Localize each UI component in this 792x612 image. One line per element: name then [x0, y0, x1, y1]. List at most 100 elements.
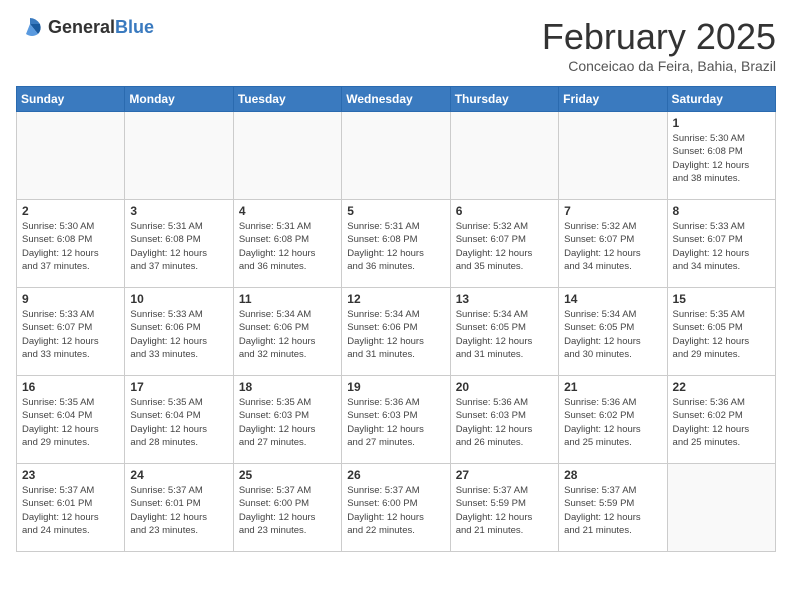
calendar-cell: 17 Sunrise: 5:35 AM Sunset: 6:04 PM Dayli…: [125, 376, 233, 464]
calendar-cell: [233, 112, 341, 200]
day-info: Sunrise: 5:32 AM Sunset: 6:07 PM Dayligh…: [456, 220, 553, 273]
calendar-body: 1 Sunrise: 5:30 AM Sunset: 6:08 PM Daylig…: [17, 112, 776, 552]
day-info: Sunrise: 5:34 AM Sunset: 6:06 PM Dayligh…: [239, 308, 336, 361]
day-info: Sunrise: 5:37 AM Sunset: 6:01 PM Dayligh…: [22, 484, 119, 537]
calendar-cell: 1 Sunrise: 5:30 AM Sunset: 6:08 PM Daylig…: [667, 112, 775, 200]
day-number: 15: [673, 292, 770, 306]
day-number: 25: [239, 468, 336, 482]
day-number: 12: [347, 292, 444, 306]
day-info: Sunrise: 5:36 AM Sunset: 6:03 PM Dayligh…: [456, 396, 553, 449]
day-info: Sunrise: 5:34 AM Sunset: 6:05 PM Dayligh…: [456, 308, 553, 361]
month-title: February 2025: [542, 16, 776, 58]
calendar-cell: [667, 464, 775, 552]
week-row-1: 1 Sunrise: 5:30 AM Sunset: 6:08 PM Daylig…: [17, 112, 776, 200]
day-number: 11: [239, 292, 336, 306]
week-row-4: 16 Sunrise: 5:35 AM Sunset: 6:04 PM Dayli…: [17, 376, 776, 464]
day-info: Sunrise: 5:36 AM Sunset: 6:02 PM Dayligh…: [673, 396, 770, 449]
day-info: Sunrise: 5:37 AM Sunset: 6:00 PM Dayligh…: [347, 484, 444, 537]
day-number: 20: [456, 380, 553, 394]
day-number: 18: [239, 380, 336, 394]
calendar-cell: 4 Sunrise: 5:31 AM Sunset: 6:08 PM Daylig…: [233, 200, 341, 288]
calendar-cell: 14 Sunrise: 5:34 AM Sunset: 6:05 PM Dayli…: [559, 288, 667, 376]
day-header-friday: Friday: [559, 87, 667, 112]
day-info: Sunrise: 5:31 AM Sunset: 6:08 PM Dayligh…: [347, 220, 444, 273]
location: Conceicao da Feira, Bahia, Brazil: [542, 58, 776, 74]
calendar-cell: 15 Sunrise: 5:35 AM Sunset: 6:05 PM Dayli…: [667, 288, 775, 376]
calendar-cell: 9Sunrise: 5:33 AM Sunset: 6:07 PM Daylig…: [17, 288, 125, 376]
day-info: Sunrise: 5:35 AM Sunset: 6:04 PM Dayligh…: [22, 396, 119, 449]
page-header: GeneralBlue February 2025 Conceicao da F…: [16, 16, 776, 74]
day-info: Sunrise: 5:37 AM Sunset: 6:00 PM Dayligh…: [239, 484, 336, 537]
day-info: Sunrise: 5:34 AM Sunset: 6:05 PM Dayligh…: [564, 308, 661, 361]
day-header-wednesday: Wednesday: [342, 87, 450, 112]
calendar-cell: 22 Sunrise: 5:36 AM Sunset: 6:02 PM Dayli…: [667, 376, 775, 464]
day-info: Sunrise: 5:31 AM Sunset: 6:08 PM Dayligh…: [130, 220, 227, 273]
day-number: 7: [564, 204, 661, 218]
calendar-cell: [559, 112, 667, 200]
calendar-cell: 25 Sunrise: 5:37 AM Sunset: 6:00 PM Dayli…: [233, 464, 341, 552]
calendar-cell: 19 Sunrise: 5:36 AM Sunset: 6:03 PM Dayli…: [342, 376, 450, 464]
day-number: 9: [22, 292, 119, 306]
day-number: 21: [564, 380, 661, 394]
day-info: Sunrise: 5:36 AM Sunset: 6:02 PM Dayligh…: [564, 396, 661, 449]
day-info: Sunrise: 5:31 AM Sunset: 6:08 PM Dayligh…: [239, 220, 336, 273]
day-number: 19: [347, 380, 444, 394]
day-info: Sunrise: 5:37 AM Sunset: 6:01 PM Dayligh…: [130, 484, 227, 537]
day-info: Sunrise: 5:37 AM Sunset: 5:59 PM Dayligh…: [564, 484, 661, 537]
calendar-cell: 10 Sunrise: 5:33 AM Sunset: 6:06 PM Dayli…: [125, 288, 233, 376]
week-row-3: 9Sunrise: 5:33 AM Sunset: 6:07 PM Daylig…: [17, 288, 776, 376]
calendar-cell: 3Sunrise: 5:31 AM Sunset: 6:08 PM Daylig…: [125, 200, 233, 288]
day-info: Sunrise: 5:35 AM Sunset: 6:04 PM Dayligh…: [130, 396, 227, 449]
calendar-cell: 21 Sunrise: 5:36 AM Sunset: 6:02 PM Dayli…: [559, 376, 667, 464]
calendar-cell: 18Sunrise: 5:35 AM Sunset: 6:03 PM Dayli…: [233, 376, 341, 464]
calendar-cell: 12 Sunrise: 5:34 AM Sunset: 6:06 PM Dayli…: [342, 288, 450, 376]
day-header-tuesday: Tuesday: [233, 87, 341, 112]
logo: GeneralBlue: [16, 16, 154, 38]
title-block: February 2025 Conceicao da Feira, Bahia,…: [542, 16, 776, 74]
day-info: Sunrise: 5:30 AM Sunset: 6:08 PM Dayligh…: [673, 132, 770, 185]
calendar-table: SundayMondayTuesdayWednesdayThursdayFrid…: [16, 86, 776, 552]
calendar-cell: 11 Sunrise: 5:34 AM Sunset: 6:06 PM Dayli…: [233, 288, 341, 376]
calendar-cell: 27Sunrise: 5:37 AM Sunset: 5:59 PM Dayli…: [450, 464, 558, 552]
day-info: Sunrise: 5:33 AM Sunset: 6:07 PM Dayligh…: [673, 220, 770, 273]
day-number: 22: [673, 380, 770, 394]
day-number: 10: [130, 292, 227, 306]
day-number: 17: [130, 380, 227, 394]
calendar-header: SundayMondayTuesdayWednesdayThursdayFrid…: [17, 87, 776, 112]
calendar-cell: 26 Sunrise: 5:37 AM Sunset: 6:00 PM Dayli…: [342, 464, 450, 552]
logo-wordmark: GeneralBlue: [48, 17, 154, 38]
calendar-cell: 20 Sunrise: 5:36 AM Sunset: 6:03 PM Dayli…: [450, 376, 558, 464]
calendar-cell: 24 Sunrise: 5:37 AM Sunset: 6:01 PM Dayli…: [125, 464, 233, 552]
calendar-cell: 8Sunrise: 5:33 AM Sunset: 6:07 PM Daylig…: [667, 200, 775, 288]
day-number: 13: [456, 292, 553, 306]
day-info: Sunrise: 5:36 AM Sunset: 6:03 PM Dayligh…: [347, 396, 444, 449]
day-number: 16: [22, 380, 119, 394]
calendar-cell: 5 Sunrise: 5:31 AM Sunset: 6:08 PM Daylig…: [342, 200, 450, 288]
calendar-cell: 2 Sunrise: 5:30 AM Sunset: 6:08 PM Daylig…: [17, 200, 125, 288]
day-number: 5: [347, 204, 444, 218]
day-header-monday: Monday: [125, 87, 233, 112]
calendar-cell: [17, 112, 125, 200]
week-row-2: 2 Sunrise: 5:30 AM Sunset: 6:08 PM Daylig…: [17, 200, 776, 288]
day-number: 4: [239, 204, 336, 218]
day-info: Sunrise: 5:32 AM Sunset: 6:07 PM Dayligh…: [564, 220, 661, 273]
day-info: Sunrise: 5:33 AM Sunset: 6:06 PM Dayligh…: [130, 308, 227, 361]
day-info: Sunrise: 5:30 AM Sunset: 6:08 PM Dayligh…: [22, 220, 119, 273]
day-number: 2: [22, 204, 119, 218]
calendar-cell: 16 Sunrise: 5:35 AM Sunset: 6:04 PM Dayli…: [17, 376, 125, 464]
week-row-5: 23Sunrise: 5:37 AM Sunset: 6:01 PM Dayli…: [17, 464, 776, 552]
day-number: 24: [130, 468, 227, 482]
day-number: 6: [456, 204, 553, 218]
calendar-cell: 23Sunrise: 5:37 AM Sunset: 6:01 PM Dayli…: [17, 464, 125, 552]
calendar-cell: 6 Sunrise: 5:32 AM Sunset: 6:07 PM Daylig…: [450, 200, 558, 288]
logo-blue: Blue: [115, 17, 154, 37]
day-info: Sunrise: 5:35 AM Sunset: 6:05 PM Dayligh…: [673, 308, 770, 361]
day-number: 14: [564, 292, 661, 306]
day-number: 1: [673, 116, 770, 130]
day-info: Sunrise: 5:37 AM Sunset: 5:59 PM Dayligh…: [456, 484, 553, 537]
day-header-thursday: Thursday: [450, 87, 558, 112]
day-number: 26: [347, 468, 444, 482]
calendar-cell: 7 Sunrise: 5:32 AM Sunset: 6:07 PM Daylig…: [559, 200, 667, 288]
day-info: Sunrise: 5:34 AM Sunset: 6:06 PM Dayligh…: [347, 308, 444, 361]
day-header-saturday: Saturday: [667, 87, 775, 112]
